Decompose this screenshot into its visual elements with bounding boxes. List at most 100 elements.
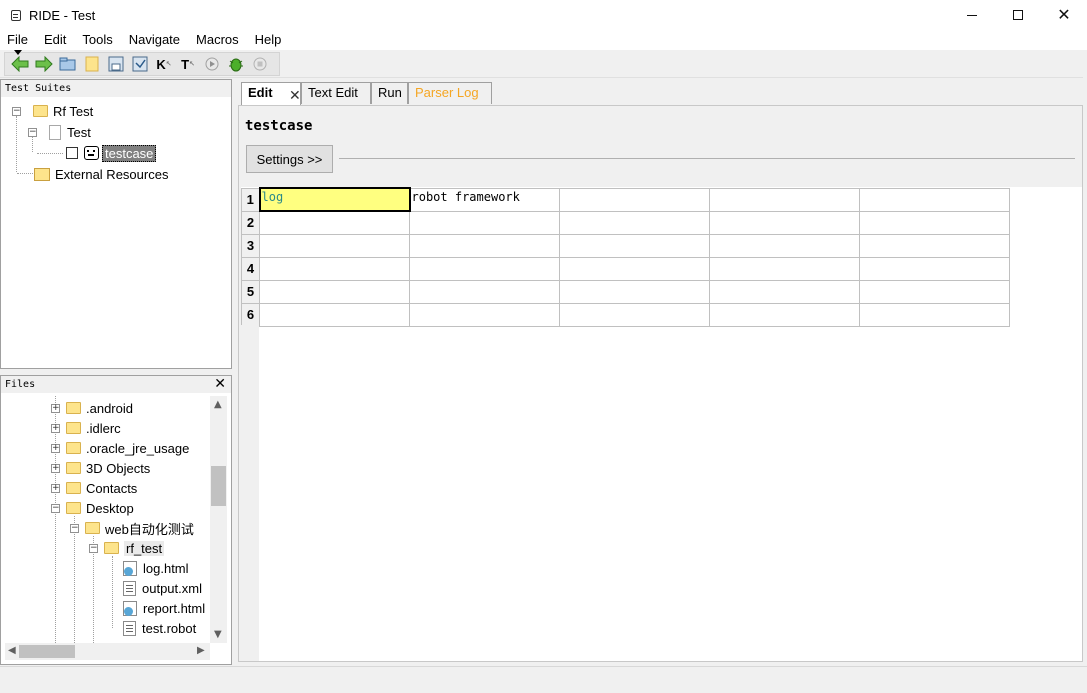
settings-button[interactable]: Settings >> [246, 145, 333, 173]
grid-cell[interactable]: log [258, 187, 411, 212]
row-number[interactable]: 2 [241, 210, 260, 235]
grid-cell[interactable] [259, 279, 410, 304]
scroll-right-icon[interactable]: ▶ [197, 645, 205, 656]
test-search-icon[interactable]: T ↖ [179, 55, 197, 73]
grid-cell[interactable] [259, 302, 410, 327]
tree-item-test[interactable]: − Test [28, 122, 91, 142]
open-suite-icon[interactable] [59, 55, 77, 73]
grid-cell[interactable] [709, 302, 860, 327]
row-number[interactable]: 6 [241, 302, 260, 327]
scroll-up-icon[interactable]: ▲ [214, 399, 222, 410]
grid-cell[interactable] [409, 302, 560, 327]
collapse-icon[interactable]: − [28, 127, 37, 137]
file-item[interactable]: + .android [51, 398, 133, 418]
row-number[interactable]: 1 [241, 187, 260, 212]
menu-macros[interactable]: Macros [188, 30, 247, 50]
grid-cell[interactable]: robot framework [409, 187, 560, 212]
tab-parser-log[interactable]: Parser Log [408, 82, 492, 104]
minimize-button[interactable] [949, 0, 995, 30]
grid-cell[interactable] [559, 256, 710, 281]
grid-cell[interactable] [559, 210, 710, 235]
grid-cell[interactable] [259, 210, 410, 235]
tree-item-testcase[interactable]: testcase [66, 143, 157, 163]
grid-cell[interactable] [709, 210, 860, 235]
grid-cell[interactable] [559, 187, 710, 212]
grid-cell[interactable] [709, 187, 860, 212]
menu-edit[interactable]: Edit [36, 30, 74, 50]
file-item[interactable]: + .idlerc [51, 418, 121, 438]
menu-file[interactable]: File [0, 30, 36, 50]
grid-cell[interactable] [259, 256, 410, 281]
expand-icon[interactable]: + [51, 463, 60, 473]
scroll-left-icon[interactable]: ◀ [8, 645, 16, 656]
collapse-icon[interactable]: − [89, 543, 98, 553]
run-icon[interactable] [203, 55, 221, 73]
collapse-icon[interactable]: − [12, 106, 21, 116]
collapse-icon[interactable]: − [70, 523, 79, 533]
file-item[interactable]: + .oracle_jre_usage [51, 438, 189, 458]
files-vertical-scrollbar[interactable]: ▲ ▼ [210, 396, 227, 643]
keyword-search-icon[interactable]: K ↖ [155, 55, 173, 73]
file-item[interactable]: log.html [123, 558, 189, 578]
file-icon [49, 124, 61, 140]
collapse-icon[interactable]: − [51, 503, 60, 513]
grid-cell[interactable] [409, 279, 560, 304]
file-item[interactable]: +3D Objects [51, 458, 150, 478]
back-arrow-icon[interactable] [11, 55, 29, 73]
menu-tools[interactable]: Tools [74, 30, 120, 50]
file-item[interactable]: test.robot [123, 618, 196, 638]
grid-cell[interactable] [859, 187, 1010, 212]
grid-cell[interactable] [709, 256, 860, 281]
tab-text-edit[interactable]: Text Edit [301, 82, 371, 104]
expand-icon[interactable]: + [51, 423, 60, 433]
scroll-thumb[interactable] [19, 645, 75, 658]
open-directory-icon[interactable] [83, 55, 101, 73]
expand-icon[interactable]: + [51, 483, 60, 493]
grid-cell[interactable] [859, 279, 1010, 304]
grid-cell[interactable] [859, 210, 1010, 235]
grid-cell[interactable] [259, 233, 410, 258]
debug-icon[interactable] [227, 55, 245, 73]
stop-icon[interactable] [251, 55, 269, 73]
file-item[interactable]: − Desktop [51, 498, 134, 518]
tree-item-external-resources[interactable]: External Resources [34, 164, 168, 184]
grid-cell[interactable] [559, 302, 710, 327]
tab-run[interactable]: Run [371, 82, 408, 104]
grid-cell[interactable] [859, 302, 1010, 327]
row-number[interactable]: 3 [241, 233, 260, 258]
file-item[interactable]: − web自动化测试 [70, 518, 194, 538]
testcase-checkbox[interactable] [66, 147, 78, 159]
grid-cell[interactable] [559, 233, 710, 258]
menu-navigate[interactable]: Navigate [121, 30, 188, 50]
grid-cell[interactable] [709, 233, 860, 258]
scroll-down-icon[interactable]: ▼ [214, 629, 222, 640]
grid-cell[interactable] [409, 210, 560, 235]
maximize-button[interactable] [995, 0, 1041, 30]
scroll-thumb[interactable] [211, 466, 226, 506]
close-window-button[interactable]: ✕ [1041, 0, 1087, 30]
tab-edit[interactable]: Edit ✕ [241, 82, 301, 105]
toolbar-grip-icon[interactable] [14, 50, 22, 56]
close-tab-icon[interactable]: ✕ [289, 85, 301, 105]
expand-icon[interactable]: + [51, 403, 60, 413]
files-horizontal-scrollbar[interactable]: ◀ ▶ [5, 643, 210, 660]
file-item[interactable]: report.html [123, 598, 205, 618]
grid-cell[interactable] [709, 279, 860, 304]
grid-cell[interactable] [409, 233, 560, 258]
forward-arrow-icon[interactable] [35, 55, 53, 73]
row-number[interactable]: 5 [241, 279, 260, 304]
grid-cell[interactable] [559, 279, 710, 304]
save-icon[interactable] [107, 55, 125, 73]
grid-cell[interactable] [859, 256, 1010, 281]
grid-cell[interactable] [859, 233, 1010, 258]
file-item[interactable]: − rf_test [89, 538, 165, 558]
menu-help[interactable]: Help [247, 30, 290, 50]
file-item[interactable]: + Contacts [51, 478, 137, 498]
row-number[interactable]: 4 [241, 256, 260, 281]
file-item[interactable]: output.xml [123, 578, 202, 598]
tree-item-rf-test[interactable]: − Rf Test [12, 101, 93, 121]
expand-icon[interactable]: + [51, 443, 60, 453]
save-all-icon[interactable] [131, 55, 149, 73]
close-files-panel-button[interactable]: ✕ [214, 376, 226, 393]
grid-cell[interactable] [409, 256, 560, 281]
